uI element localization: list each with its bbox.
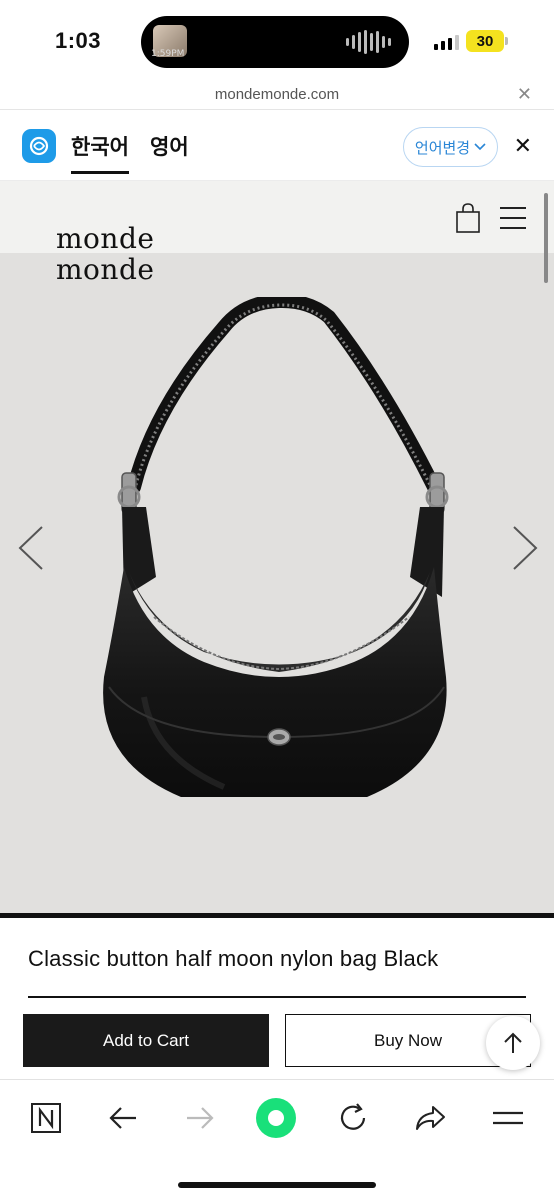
scroll-to-top-button[interactable] (486, 1016, 540, 1070)
hamburger-menu-icon[interactable] (500, 207, 526, 237)
scrollbar[interactable] (544, 193, 548, 283)
dynamic-island[interactable]: 1:59PM (141, 16, 409, 68)
status-time: 1:03 (55, 28, 102, 53)
title-divider (28, 996, 526, 998)
change-language-button[interactable]: 언어변경 (403, 127, 498, 167)
tab-english[interactable]: 영어 (150, 131, 189, 161)
url-domain[interactable]: mondemonde.com (0, 86, 554, 103)
chevron-down-icon (474, 143, 486, 151)
tab-korean[interactable]: 한국어 (71, 131, 129, 174)
product-image-carousel[interactable]: monde monde (0, 181, 554, 913)
product-bag-image (84, 293, 464, 812)
shopping-bag-icon[interactable] (456, 203, 480, 238)
browser-green-dot-icon[interactable] (254, 1096, 298, 1140)
share-icon[interactable] (408, 1096, 452, 1140)
battery-tip (505, 37, 508, 45)
arrow-up-icon (504, 1032, 522, 1053)
now-playing-time: 1:59PM (151, 49, 185, 59)
carousel-prev-arrow-icon[interactable] (16, 525, 46, 576)
brand-logo[interactable]: monde monde (56, 223, 154, 285)
product-title: Classic button half moon nylon bag Black (28, 946, 439, 971)
forward-arrow-icon[interactable] (178, 1096, 222, 1140)
battery-icon: 30 (466, 30, 504, 52)
brand-line-1: monde (56, 222, 155, 255)
brand-line-2: monde (56, 253, 155, 286)
translate-close-icon[interactable]: ✕ (514, 133, 532, 159)
url-bar[interactable]: mondemonde.com ✕ (0, 82, 554, 110)
audio-waveform-icon (346, 30, 391, 54)
image-divider (0, 913, 554, 918)
carousel-next-arrow-icon[interactable] (510, 525, 540, 576)
translate-logo-icon (22, 129, 56, 163)
menu-icon[interactable] (486, 1096, 530, 1140)
add-to-cart-button[interactable]: Add to Cart (23, 1014, 269, 1067)
cellular-signal-icon (434, 34, 459, 50)
naver-home-icon[interactable] (24, 1096, 68, 1140)
translate-bar: 한국어 영어 언어변경 ✕ (0, 111, 554, 181)
status-bar: 1:03 1:59PM 30 (0, 0, 554, 82)
back-arrow-icon[interactable] (101, 1096, 145, 1140)
url-close-icon[interactable]: ✕ (517, 84, 532, 105)
home-indicator[interactable] (178, 1182, 376, 1188)
change-language-label: 언어변경 (414, 138, 471, 157)
reload-icon[interactable] (331, 1096, 375, 1140)
